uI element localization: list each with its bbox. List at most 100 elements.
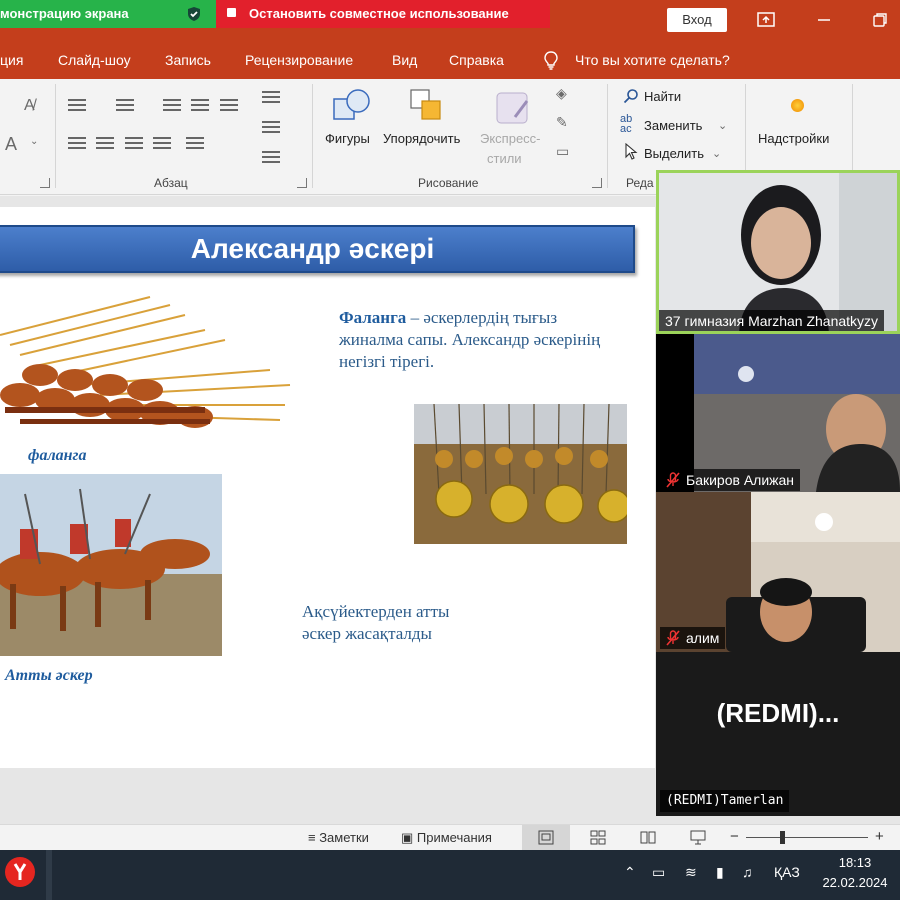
notes-button[interactable]: ≡ Заметки bbox=[308, 830, 369, 845]
addins-icon[interactable] bbox=[791, 99, 804, 112]
slide-sorter-icon[interactable] bbox=[590, 830, 606, 845]
tab-design-partial[interactable]: ция bbox=[0, 52, 23, 68]
align-center-icon[interactable] bbox=[96, 137, 114, 151]
clock-date: 22.02.2024 bbox=[822, 875, 888, 890]
participant-tile[interactable]: (REDMI)... (REDMI)Tamerlan bbox=[656, 652, 900, 816]
quick-styles-icon[interactable] bbox=[493, 87, 533, 127]
numbering-icon[interactable] bbox=[116, 99, 134, 113]
tab-view[interactable]: Вид bbox=[392, 52, 417, 68]
zoom-slider-handle[interactable] bbox=[780, 831, 785, 844]
comments-label: Примечания bbox=[416, 830, 492, 845]
comment-icon: ▣ bbox=[401, 830, 417, 845]
replace-button[interactable]: Заменить bbox=[644, 118, 702, 133]
text-direction-icon[interactable] bbox=[262, 91, 280, 105]
slide-canvas[interactable]: Александр әскері фаланга Фаланга – әскер… bbox=[0, 207, 655, 768]
hoplites-image[interactable] bbox=[414, 404, 627, 544]
justify-icon[interactable] bbox=[153, 137, 171, 151]
tab-record[interactable]: Запись bbox=[165, 52, 211, 68]
participant-name-tag: Бакиров Алижан bbox=[660, 469, 801, 491]
mic-muted-icon bbox=[666, 472, 680, 488]
font-color-glyph[interactable]: A bbox=[5, 134, 17, 155]
select-button[interactable]: Выделить bbox=[644, 146, 704, 161]
phalanx-caption[interactable]: фаланга bbox=[28, 447, 86, 465]
quick-styles-label-2[interactable]: стили bbox=[487, 151, 522, 166]
slideshow-icon[interactable] bbox=[690, 830, 706, 845]
search-icon[interactable] bbox=[623, 88, 639, 104]
tab-slideshow[interactable]: Слайд-шоу bbox=[58, 52, 131, 68]
align-right-icon[interactable] bbox=[125, 137, 143, 151]
shape-effects-icon[interactable]: ▭ bbox=[556, 143, 569, 160]
screen-share-label: монстрацию экрана bbox=[0, 6, 129, 21]
cavalry-image[interactable] bbox=[0, 474, 222, 656]
tab-review[interactable]: Рецензирование bbox=[245, 52, 353, 68]
cavalry-description[interactable]: Ақсүйектерден атты әскер жасақталды bbox=[302, 601, 482, 645]
paragraph-launcher-icon[interactable] bbox=[297, 178, 307, 188]
zoom-in-icon[interactable]: + bbox=[875, 828, 884, 845]
reading-view-icon[interactable] bbox=[640, 830, 656, 845]
normal-view-icon bbox=[538, 830, 554, 845]
phalanx-term: Фаланга bbox=[339, 308, 407, 327]
chevron-up-icon[interactable]: ⌃ bbox=[624, 864, 636, 881]
stop-sharing-button[interactable]: Остановить совместное использование bbox=[216, 0, 550, 28]
yandex-browser-icon[interactable] bbox=[5, 857, 35, 887]
phalanx-image[interactable] bbox=[0, 295, 295, 445]
increase-indent-icon[interactable] bbox=[191, 99, 209, 113]
slide-title[interactable]: Александр әскері bbox=[0, 225, 635, 273]
stop-icon bbox=[227, 8, 236, 17]
notes-label: Заметки bbox=[319, 830, 369, 845]
addins-button[interactable]: Надстройки bbox=[758, 131, 829, 146]
zoom-out-icon[interactable]: − bbox=[730, 828, 739, 845]
participant-tile[interactable]: Бакиров Алижан bbox=[656, 334, 900, 492]
chevron-down-icon[interactable]: ⌄ bbox=[718, 119, 727, 132]
title-bar: монстрацию экрана Остановить совместное … bbox=[0, 0, 900, 41]
language-indicator[interactable]: ҚАЗ bbox=[774, 864, 800, 880]
decrease-indent-icon[interactable] bbox=[163, 99, 181, 113]
mic-muted-icon bbox=[666, 630, 680, 646]
taskbar bbox=[0, 850, 900, 900]
tab-help[interactable]: Справка bbox=[449, 52, 504, 68]
tell-me-search[interactable]: Что вы хотите сделать? bbox=[575, 52, 730, 68]
align-left-icon[interactable] bbox=[68, 137, 86, 151]
cursor-icon[interactable] bbox=[624, 143, 638, 161]
find-button[interactable]: Найти bbox=[644, 89, 681, 104]
zoom-slider[interactable] bbox=[746, 837, 868, 838]
bullets-icon[interactable] bbox=[68, 99, 86, 113]
columns-icon[interactable] bbox=[186, 137, 204, 151]
notes-icon: ≡ bbox=[308, 830, 320, 845]
taskbar-divider bbox=[46, 850, 52, 900]
shapes-label[interactable]: Фигуры bbox=[325, 131, 370, 146]
ribbon-display-options-icon[interactable] bbox=[754, 8, 778, 32]
battery-icon[interactable]: ▭ bbox=[652, 864, 665, 881]
restore-icon[interactable] bbox=[868, 8, 892, 32]
comments-button[interactable]: ▣ Примечания bbox=[401, 830, 492, 846]
replace-icon[interactable]: ab ac bbox=[620, 114, 632, 135]
participant-tile[interactable]: 37 гимназия Marzhan Zhanatkyzy bbox=[656, 170, 900, 334]
microphone-icon[interactable]: ▮ bbox=[716, 864, 724, 881]
wifi-icon[interactable]: ≋ bbox=[685, 864, 697, 881]
participant-name-tag: алим bbox=[660, 627, 726, 649]
cavalry-caption[interactable]: Атты әскер bbox=[5, 667, 93, 685]
login-button[interactable]: Вход bbox=[667, 8, 727, 32]
shape-outline-icon[interactable]: ✎ bbox=[556, 114, 568, 131]
shapes-icon[interactable] bbox=[330, 85, 374, 129]
minimize-icon[interactable] bbox=[812, 8, 836, 32]
clock[interactable]: 18:13 22.02.2024 bbox=[810, 853, 900, 893]
participant-tile[interactable]: алим bbox=[656, 492, 900, 652]
quick-styles-label-1[interactable]: Экспресс- bbox=[480, 131, 541, 146]
ribbon-tabs: ция Слайд-шоу Запись Рецензирование Вид … bbox=[0, 41, 900, 79]
arrange-icon[interactable] bbox=[408, 87, 448, 127]
shape-fill-icon[interactable]: ◈ bbox=[556, 85, 567, 102]
speaker-icon[interactable]: ♫ bbox=[742, 864, 753, 880]
phalanx-description[interactable]: Фаланга – әскерлердің тығыз жиналма сапы… bbox=[339, 307, 609, 373]
line-spacing-icon[interactable] bbox=[220, 99, 238, 113]
smartart-icon[interactable] bbox=[262, 151, 280, 165]
font-launcher-icon[interactable] bbox=[40, 178, 50, 188]
drawing-launcher-icon[interactable] bbox=[592, 178, 602, 188]
align-text-icon[interactable] bbox=[262, 121, 280, 135]
chevron-down-icon[interactable]: ⌄ bbox=[30, 136, 38, 147]
clear-format-icon[interactable]: A̸ bbox=[24, 97, 35, 115]
normal-view-button[interactable] bbox=[522, 825, 570, 851]
arrange-label[interactable]: Упорядочить bbox=[383, 131, 460, 146]
chevron-down-icon[interactable]: ⌄ bbox=[712, 147, 721, 160]
lightbulb-icon bbox=[544, 51, 558, 70]
